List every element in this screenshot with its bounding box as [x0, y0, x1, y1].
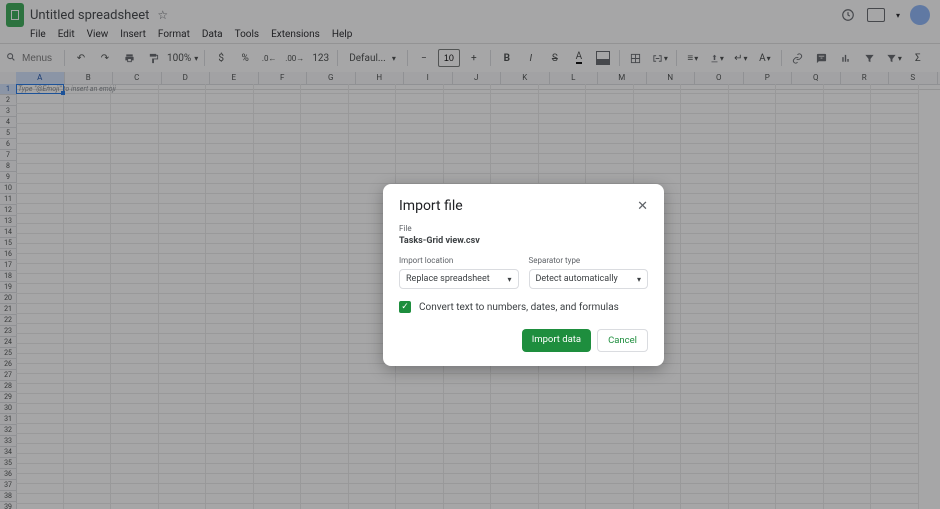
convert-checkbox[interactable]: ✓ [399, 301, 411, 313]
separator-type-label: Separator type [529, 256, 649, 265]
import-location-select[interactable]: Replace spreadsheet▾ [399, 269, 519, 289]
convert-label: Convert text to numbers, dates, and form… [419, 302, 619, 313]
separator-type-select[interactable]: Detect automatically▾ [529, 269, 649, 289]
dialog-title: Import file [399, 198, 463, 214]
close-icon[interactable]: ✕ [637, 199, 648, 214]
import-location-label: Import location [399, 256, 519, 265]
file-label: File [399, 224, 648, 233]
import-data-button[interactable]: Import data [522, 329, 591, 352]
import-file-dialog: Import file ✕ File Tasks-Grid view.csv I… [383, 184, 664, 366]
filename-text: Tasks-Grid view.csv [399, 236, 648, 246]
cancel-button[interactable]: Cancel [597, 329, 648, 352]
